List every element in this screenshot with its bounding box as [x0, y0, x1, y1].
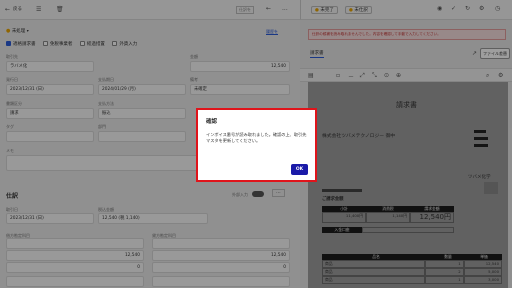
dialog-title: 確認	[206, 119, 218, 125]
confirm-dialog: 確認 インボイス番号が読み取れました。確認の上、取引先マスタを更新してください。…	[196, 108, 317, 182]
dialog-message: インボイス番号が読み取れました。確認の上、取引先マスタを更新してください。	[206, 132, 307, 143]
ok-button[interactable]: OK	[291, 164, 308, 175]
